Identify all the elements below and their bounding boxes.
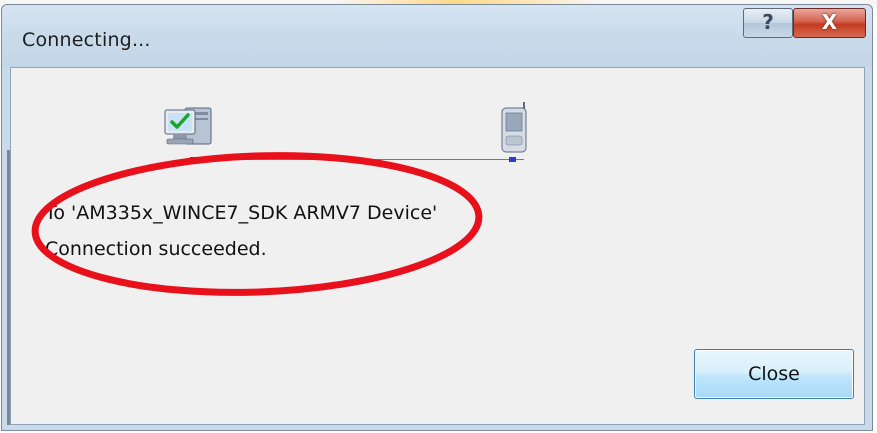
connection-endpoint	[509, 157, 516, 162]
close-icon: X	[821, 10, 838, 34]
window-title: Connecting...	[22, 29, 151, 51]
desktop-computer-check-icon	[164, 107, 212, 145]
close-button[interactable]: Close	[694, 349, 854, 399]
help-button[interactable]: ?	[743, 8, 793, 38]
annotation-ellipse	[31, 152, 483, 296]
help-icon: ?	[762, 10, 774, 34]
window-edge	[7, 150, 10, 425]
title-bar: Connecting... ? X	[2, 5, 872, 67]
window-close-button[interactable]: X	[793, 8, 866, 38]
mobile-device-icon	[501, 102, 527, 153]
